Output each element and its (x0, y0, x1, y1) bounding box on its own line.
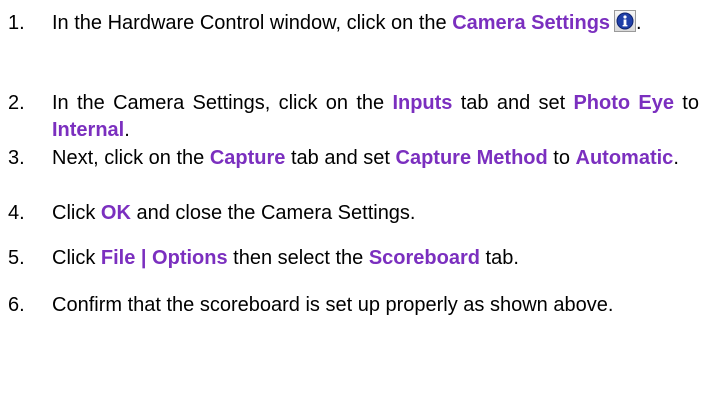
step-text: to (674, 92, 699, 114)
step-text-end: . (673, 147, 679, 169)
step-text-end: tab. (479, 247, 519, 269)
step-text-end: . (124, 119, 130, 141)
keyword-file-options: File | Options (100, 247, 228, 269)
step-text: then select the (227, 247, 369, 269)
keyword-photo-eye: Photo Eye (573, 92, 674, 114)
step-number: 2. (8, 92, 25, 114)
keyword-ok: OK (100, 202, 131, 224)
step-4: 4. Click OK and close the Camera Setting… (0, 200, 701, 227)
step-text: to (547, 147, 576, 169)
step-text: tab and set (452, 92, 574, 114)
step-text: Click (52, 202, 101, 224)
step-text: Confirm that the scoreboard is set up pr… (52, 294, 614, 316)
keyword-automatic: Automatic (575, 147, 674, 169)
step-text: Click (52, 247, 101, 269)
step-text-end: and close the Camera Settings. (130, 202, 416, 224)
step-2: 2. In the Camera Settings, click on the … (0, 90, 701, 144)
keyword-capture-method: Capture Method (395, 147, 548, 169)
step-number: 6. (8, 294, 25, 316)
keyword-scoreboard: Scoreboard (368, 247, 480, 269)
keyword-inputs: Inputs (392, 92, 453, 114)
keyword-internal: Internal (52, 119, 125, 141)
step-number: 5. (8, 247, 25, 269)
keyword-camera-settings: Camera Settings (452, 12, 611, 34)
info-icon (614, 10, 637, 32)
keyword-capture: Capture (209, 147, 286, 169)
step-5: 5. Click File | Options then select the … (0, 245, 701, 272)
step-number: 3. (8, 147, 25, 169)
step-number: 4. (8, 202, 25, 224)
step-text: tab and set (285, 147, 396, 169)
step-text-end: . (636, 12, 642, 34)
step-text: Next, click on the (52, 147, 210, 169)
step-6: 6. Confirm that the scoreboard is set up… (0, 292, 701, 319)
step-number: 1. (8, 12, 25, 34)
step-3: 3. Next, click on the Capture tab and se… (0, 145, 701, 172)
step-text: In the Hardware Control window, click on… (52, 12, 453, 34)
step-1: 1. In the Hardware Control window, click… (0, 10, 701, 37)
step-text: In the Camera Settings, click on the (52, 92, 393, 114)
